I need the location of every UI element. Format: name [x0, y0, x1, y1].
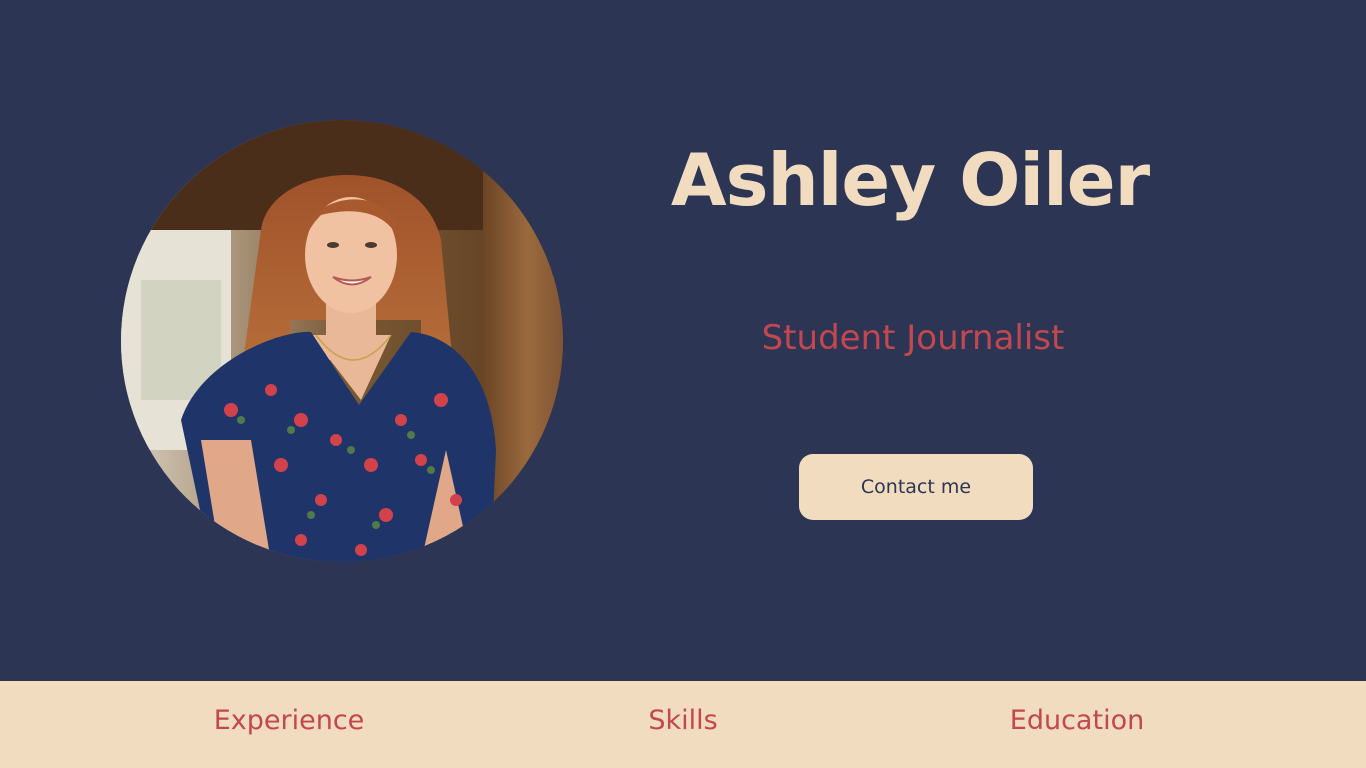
- hero-section: Ashley Oiler Student Journalist Contact …: [0, 0, 1366, 681]
- portfolio-page: Ashley Oiler Student Journalist Contact …: [0, 0, 1366, 768]
- bottom-navigation: Experience Skills Education: [0, 681, 1366, 768]
- nav-item-skills[interactable]: Skills: [618, 681, 748, 768]
- nav-item-education[interactable]: Education: [996, 681, 1158, 768]
- profile-role: Student Journalist: [761, 318, 1065, 358]
- contact-me-button[interactable]: Contact me: [799, 454, 1033, 520]
- nav-item-experience[interactable]: Experience: [188, 681, 390, 768]
- profile-photo: [121, 120, 563, 562]
- profile-name: Ashley Oiler: [670, 138, 1150, 222]
